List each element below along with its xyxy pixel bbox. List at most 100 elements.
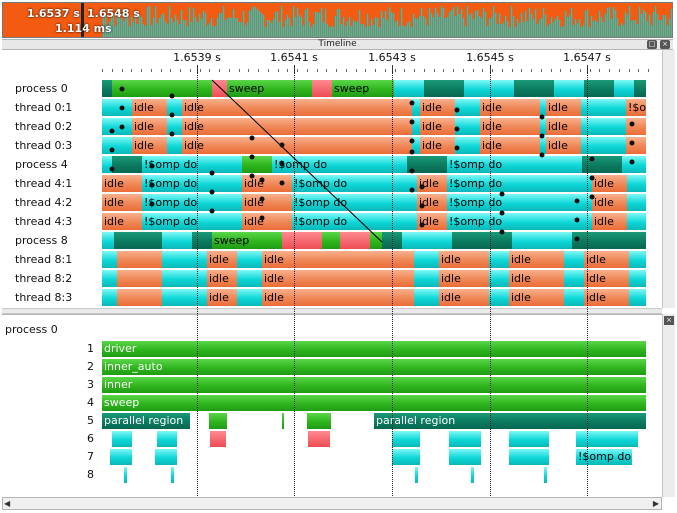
timeline-segment[interactable] [634,80,646,97]
close-icon[interactable]: × [660,40,670,49]
timeline-segment[interactable] [412,137,420,154]
callstack-segment[interactable] [209,413,227,429]
timeline-segment[interactable] [102,270,117,287]
callstack-segment[interactable]: sweep [102,395,646,411]
timeline-segment[interactable] [564,270,584,287]
timeline-segment[interactable]: idle [242,175,292,192]
callstack-segment[interactable] [471,467,474,483]
timeline-segment[interactable] [102,99,132,116]
callstack-segment[interactable] [157,431,177,447]
callstack-segment[interactable] [210,431,226,447]
overview-strip[interactable]: 1.6537 s 1.6548 s 1.114 ms [2,2,673,38]
timeline-segment[interactable]: !$omp do [142,175,242,192]
timeline-segment[interactable]: idle [242,213,292,230]
timeline-segment[interactable] [627,175,646,192]
timeline-segment[interactable]: idle [417,213,447,230]
timeline-segment[interactable] [167,137,182,154]
timeline-segment[interactable]: idle [584,289,629,306]
timeline-segment[interactable]: idle [132,118,167,135]
horizontal-scrollbar[interactable]: ◀ ▶ [2,497,662,510]
timeline-segment[interactable]: idle [182,99,412,116]
timeline-segment[interactable]: idle [480,118,540,135]
timeline-segment[interactable]: idle [242,194,292,211]
timeline-segment[interactable]: idle [439,270,489,287]
timeline-segment[interactable] [424,80,464,97]
timeline-segment[interactable] [514,80,554,97]
timeline-segment[interactable] [167,118,182,135]
scroll-left-icon[interactable]: ◀ [4,499,10,508]
timeline-segment[interactable] [282,232,322,249]
timeline-segment[interactable]: idle [584,270,629,287]
callstack-segment[interactable]: !$omp do [576,449,632,465]
callstack-segment[interactable] [308,431,330,447]
timeline-segment[interactable] [614,80,634,97]
timeline-segment[interactable]: idle [132,99,167,116]
timeline-segment[interactable]: idle [182,118,412,135]
timeline-segment[interactable]: !$omp do [447,175,592,192]
callstack-segment[interactable]: inner [102,377,646,393]
timeline-segment[interactable]: idle [546,99,581,116]
callstack-segment[interactable] [307,413,331,429]
timeline-segment[interactable] [102,118,132,135]
detach-icon[interactable]: □ [647,40,657,49]
timeline-segment[interactable]: idle [480,99,540,116]
timeline-segment[interactable]: !$omp do [142,194,242,211]
timeline-segment[interactable] [212,80,227,97]
timeline-segment[interactable]: idle [592,175,627,192]
timeline-segment[interactable] [102,156,112,173]
timeline-segment[interactable] [629,289,646,306]
timeline-segment[interactable] [452,232,512,249]
timeline-segment[interactable] [554,80,584,97]
timeline-segment[interactable] [584,80,614,97]
callstack-panel[interactable]: process 0 1 driver 2 inner_auto 3 inner 4 sweep… [2,314,662,498]
timeline-segment[interactable] [626,137,646,154]
timeline-segment[interactable] [114,232,162,249]
callstack-segment[interactable] [124,467,127,483]
timeline-segment[interactable]: idle [182,137,412,154]
timeline-segment[interactable] [117,289,162,306]
timeline-segment[interactable]: sweep [227,80,312,97]
timeline-segment[interactable] [102,289,117,306]
timeline-segment[interactable] [629,251,646,268]
callstack-segment[interactable] [392,449,420,465]
callstack-segment[interactable] [576,431,638,447]
timeline-segment[interactable] [564,289,584,306]
timeline-segment[interactable] [237,251,262,268]
timeline-segment[interactable]: idle [509,270,564,287]
timeline-segment[interactable] [627,213,646,230]
timeline-segment[interactable]: !$omp do [142,156,242,173]
timeline-segment[interactable] [455,137,480,154]
timeline-segment[interactable] [162,232,192,249]
timeline-segment[interactable] [407,156,447,173]
timeline-segment[interactable]: !$omp do [447,213,592,230]
timeline-segment[interactable]: idle [439,289,489,306]
timeline-segment[interactable] [162,289,207,306]
callstack-vertical-scrollbar[interactable]: × [662,314,675,497]
timeline-segment[interactable] [489,289,509,306]
timeline-segment[interactable] [162,270,207,287]
timeline-segment[interactable]: idle [546,118,581,135]
callstack-segment[interactable] [112,431,132,447]
timeline-segment[interactable]: idle [592,213,627,230]
timeline-segment[interactable] [489,251,509,268]
callstack-segment[interactable] [509,449,549,465]
timeline-segment[interactable]: idle [102,194,142,211]
timeline-segment[interactable]: idle [546,137,581,154]
callstack-segment[interactable] [449,431,481,447]
timeline-segment[interactable]: idle [439,251,489,268]
close-icon[interactable]: × [664,316,674,325]
timeline-segment[interactable] [102,232,114,249]
timeline-segment[interactable] [112,156,142,173]
timeline-segment[interactable]: !$omp do [292,175,417,192]
timeline-segment[interactable] [412,99,420,116]
timeline-segment[interactable]: idle [509,251,564,268]
callstack-segment[interactable] [392,431,420,447]
timeline-segment[interactable]: !$omp do [142,213,242,230]
timeline-segment[interactable] [237,289,262,306]
timeline-segment[interactable] [394,80,424,97]
timeline-segment[interactable]: sweep [332,80,394,97]
timeline-segment[interactable]: idle [102,175,142,192]
timeline-segment[interactable]: idle [584,251,629,268]
timeline-segment[interactable]: idle [132,137,167,154]
timeline-segment[interactable] [312,80,332,97]
